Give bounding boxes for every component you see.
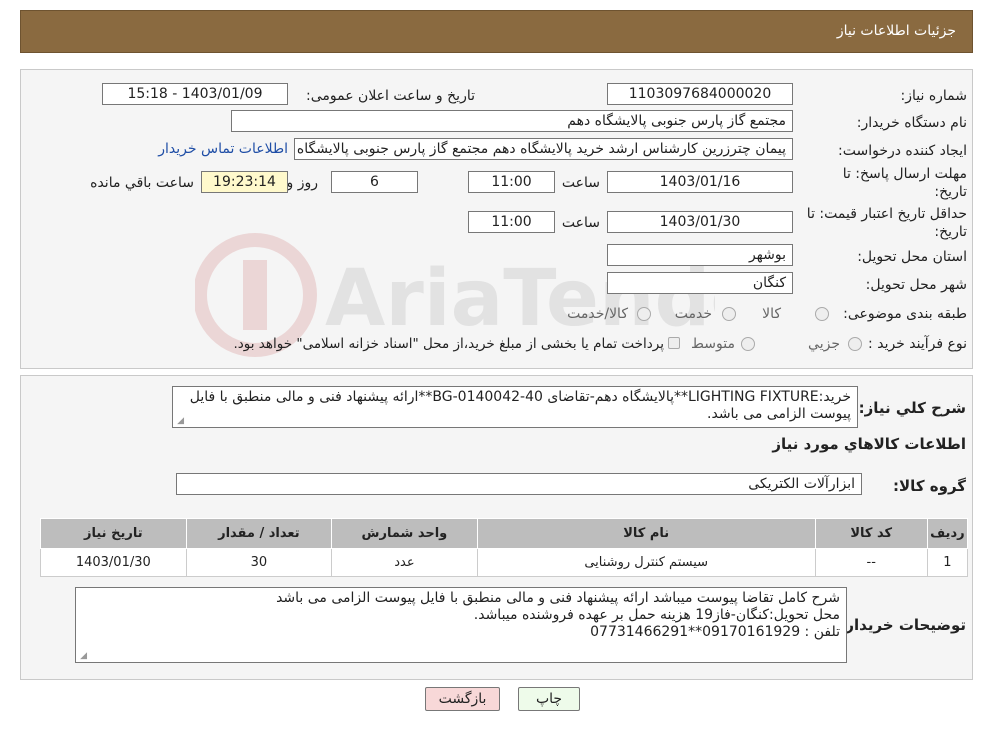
col-unit: واحد شمارش bbox=[331, 518, 478, 549]
col-item-name: نام کالا bbox=[476, 518, 816, 549]
creator-label: ایجاد کننده درخواست: bbox=[838, 143, 967, 159]
province-field: بوشهر bbox=[607, 244, 793, 266]
price-validity-date-field: 1403/01/30 bbox=[607, 211, 793, 233]
treasury-note: پرداخت تمام یا بخشی از مبلغ خرید،از محل … bbox=[233, 336, 664, 352]
goods-group-label: گروه کالا: bbox=[893, 477, 966, 495]
deadline-date-field: 1403/01/16 bbox=[607, 171, 793, 193]
city-label: شهر محل تحویل: bbox=[865, 277, 967, 293]
items-table: رديف کد کالا نام کالا واحد شمارش تعداد /… bbox=[40, 518, 969, 577]
summary-label: شرح کلي نياز: bbox=[858, 399, 966, 417]
buyer-notes-textarea[interactable]: شرح کامل تقاضا پیوست میباشد ارائه پیشنها… bbox=[75, 587, 847, 663]
announce-date-label: تاریخ و ساعت اعلان عمومی: bbox=[306, 88, 475, 104]
days-remaining-field: 6 bbox=[331, 171, 418, 193]
resize-grip-icon[interactable]: ◢ bbox=[79, 652, 87, 661]
print-button[interactable]: چاپ bbox=[518, 687, 580, 711]
deadline-label-line2: تاریخ: bbox=[934, 184, 967, 200]
remaining-time-field: 19:23:14 bbox=[201, 171, 288, 193]
city-field: کنگان bbox=[607, 272, 793, 294]
cell-row-number: 1 bbox=[926, 548, 969, 577]
cell-item-code: -- bbox=[814, 548, 928, 577]
cell-need-date: 1403/01/30 bbox=[40, 548, 187, 577]
remaining-time-label: ساعت باقي مانده bbox=[90, 175, 194, 191]
back-button[interactable]: بازگشت bbox=[425, 687, 500, 711]
category-goods-service-radio[interactable] bbox=[637, 307, 651, 321]
buyer-notes-line: محل تحویل:کنگان-فاز19 هزینه حمل بر عهده … bbox=[473, 607, 840, 623]
price-validity-time-label: ساعت bbox=[561, 215, 600, 231]
col-row-number: رديف bbox=[926, 518, 969, 549]
creator-field: پیمان چترزرین کارشناس ارشد خرید پالایشگا… bbox=[294, 138, 793, 160]
cell-item-name: سیستم کنترل روشنایی bbox=[476, 548, 816, 577]
treasury-checkbox[interactable] bbox=[668, 337, 680, 349]
deadline-label-line1: مهلت ارسال پاسخ: تا bbox=[842, 166, 967, 182]
process-minor-label: جزيي bbox=[808, 336, 840, 352]
buyer-contact-link[interactable]: اطلاعات تماس خریدار bbox=[158, 141, 288, 157]
price-validity-label-line2: تاریخ: bbox=[934, 224, 967, 240]
process-medium-label: متوسط bbox=[691, 336, 735, 352]
cell-quantity: 30 bbox=[185, 548, 333, 577]
category-goods-service-label: کالا/خدمت bbox=[567, 306, 628, 322]
price-validity-time-field: 11:00 bbox=[468, 211, 555, 233]
col-quantity: تعداد / مقدار bbox=[185, 518, 333, 549]
buyer-org-label: نام دستگاه خریدار: bbox=[856, 115, 967, 131]
need-number-label: شماره نیاز: bbox=[900, 88, 968, 104]
process-medium-radio[interactable] bbox=[741, 337, 755, 351]
buyer-notes-line: شرح کامل تقاضا پیوست میباشد ارائه پیشنها… bbox=[276, 590, 840, 606]
buyer-notes-line: تلفن : 09170161929**07731466291 bbox=[590, 624, 840, 640]
process-minor-radio[interactable] bbox=[848, 337, 862, 351]
goods-group-field: ابزارآلات الکتریکی bbox=[176, 473, 862, 495]
page-header: جزئیات اطلاعات نیاز bbox=[20, 10, 973, 53]
price-validity-label-line1: حداقل تاریخ اعتبار قیمت: تا bbox=[806, 206, 967, 222]
category-service-radio[interactable] bbox=[722, 307, 736, 321]
col-item-code: کد کالا bbox=[814, 518, 928, 549]
announce-date-field: 1403/01/09 - 15:18 bbox=[102, 83, 288, 105]
days-label: روز و bbox=[286, 175, 319, 191]
table-row: 1 -- سیستم کنترل روشنایی عدد 30 1403/01/… bbox=[40, 548, 969, 577]
summary-textarea[interactable]: خرید:LIGHTING FIXTURE**پالایشگاه دهم-تقا… bbox=[172, 386, 858, 428]
buyer-notes-label: توضيحات خريدار: bbox=[839, 616, 966, 634]
category-goods-radio[interactable] bbox=[815, 307, 829, 321]
goods-section-title: اطلاعات کالاهاي مورد نياز bbox=[772, 435, 966, 453]
process-type-label: نوع فرآیند خرید : bbox=[868, 336, 967, 352]
category-label: طبقه بندی موضوعی: bbox=[843, 306, 967, 322]
resize-grip-icon[interactable]: ◢ bbox=[176, 417, 184, 426]
deadline-time-label: ساعت bbox=[561, 175, 600, 191]
province-label: استان محل تحویل: bbox=[857, 249, 967, 265]
page-title: جزئیات اطلاعات نیاز bbox=[836, 23, 956, 39]
col-need-date: تاریخ نیاز bbox=[40, 518, 187, 549]
table-header-row: رديف کد کالا نام کالا واحد شمارش تعداد /… bbox=[40, 518, 969, 549]
buyer-org-field: مجتمع گاز پارس جنوبی پالایشگاه دهم bbox=[231, 110, 793, 132]
cell-unit: عدد bbox=[331, 548, 478, 577]
category-service-label: خدمت bbox=[674, 306, 712, 322]
deadline-time-field: 11:00 bbox=[468, 171, 555, 193]
summary-text: خرید:LIGHTING FIXTURE**پالایشگاه دهم-تقا… bbox=[189, 389, 851, 422]
category-goods-label: کالا bbox=[762, 306, 781, 322]
need-number-field: 1103097684000020 bbox=[607, 83, 793, 105]
